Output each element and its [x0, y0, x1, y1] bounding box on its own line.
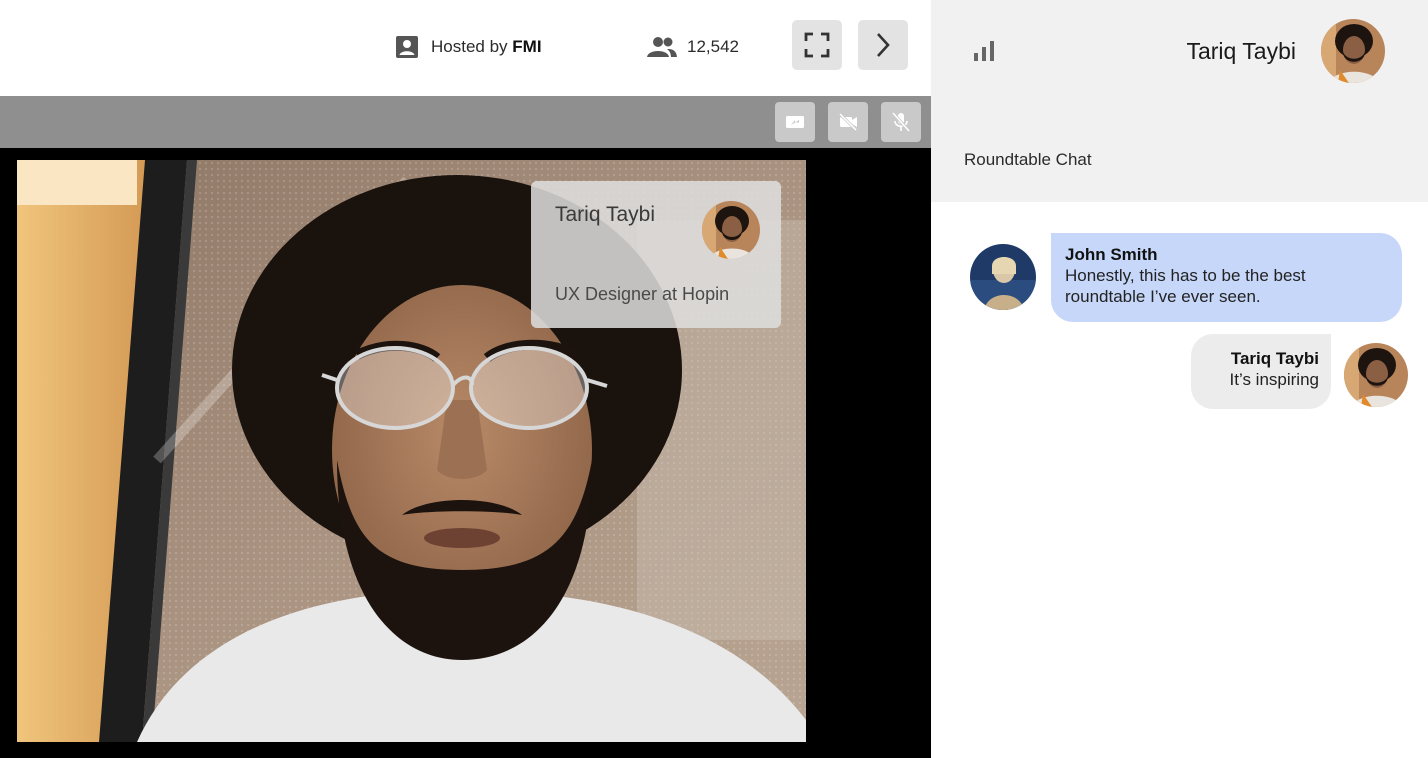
host-label: Hosted by FMI — [431, 37, 542, 57]
people-icon — [647, 37, 677, 57]
avatar[interactable] — [970, 244, 1036, 310]
chat-title: Roundtable Chat — [964, 150, 1092, 169]
speaker-role: UX Designer at Hopin — [555, 284, 730, 304]
camera-toggle-button[interactable] — [828, 102, 868, 142]
screen-share-button[interactable] — [775, 102, 815, 142]
fullscreen-icon — [804, 32, 830, 58]
screen-share-icon — [786, 116, 804, 128]
attendee-count-value: 12,542 — [687, 37, 739, 56]
person-badge-icon — [396, 36, 418, 58]
media-control-strip — [0, 96, 931, 148]
speaker-name: Tariq Taybi — [555, 203, 655, 226]
speaker-name-card: Tariq Taybi UX Designer at Hopin — [531, 181, 781, 328]
chevron-right-icon — [877, 33, 890, 57]
current-user-name: Tariq Taybi — [1186, 38, 1296, 64]
message-text-line: Honestly, this has to be the best — [1065, 266, 1306, 285]
message-sender: Tariq Taybi — [1230, 349, 1319, 368]
mic-off-icon — [892, 112, 910, 132]
user-avatar[interactable] — [1321, 19, 1385, 83]
host-info: Hosted by FMI — [395, 34, 542, 60]
message-sender: John Smith — [1065, 245, 1158, 264]
sidebar-header: Tariq Taybi Roundtable Chat — [931, 0, 1428, 202]
video-stage — [0, 148, 931, 758]
chat-message-outgoing: Tariq Taybi It’s inspiring — [1191, 334, 1331, 409]
chat-sidebar: Tariq Taybi Roundtable Chat John Smith H… — [931, 0, 1428, 758]
host-name: FMI — [512, 37, 542, 56]
attendee-count: 12,542 — [647, 34, 739, 60]
mic-toggle-button[interactable] — [881, 102, 921, 142]
chat-message-incoming: John Smith Honestly, this has to be the … — [1051, 233, 1402, 322]
message-text: It’s inspiring — [1229, 370, 1319, 389]
stage-topbar: Hosted by FMI 12,542 — [0, 0, 931, 96]
stage-area: Hosted by FMI 12,542 Tariq Taybi UX Desi… — [0, 0, 931, 758]
avatar[interactable] — [1344, 343, 1408, 407]
next-button[interactable] — [858, 20, 908, 70]
signal-bars-icon[interactable] — [973, 40, 995, 62]
hosted-by-prefix: Hosted by — [431, 37, 508, 56]
fullscreen-button[interactable] — [792, 20, 842, 70]
camera-off-icon — [838, 113, 858, 131]
avatar — [702, 201, 760, 259]
message-text-line: roundtable I’ve ever seen. — [1065, 287, 1261, 306]
